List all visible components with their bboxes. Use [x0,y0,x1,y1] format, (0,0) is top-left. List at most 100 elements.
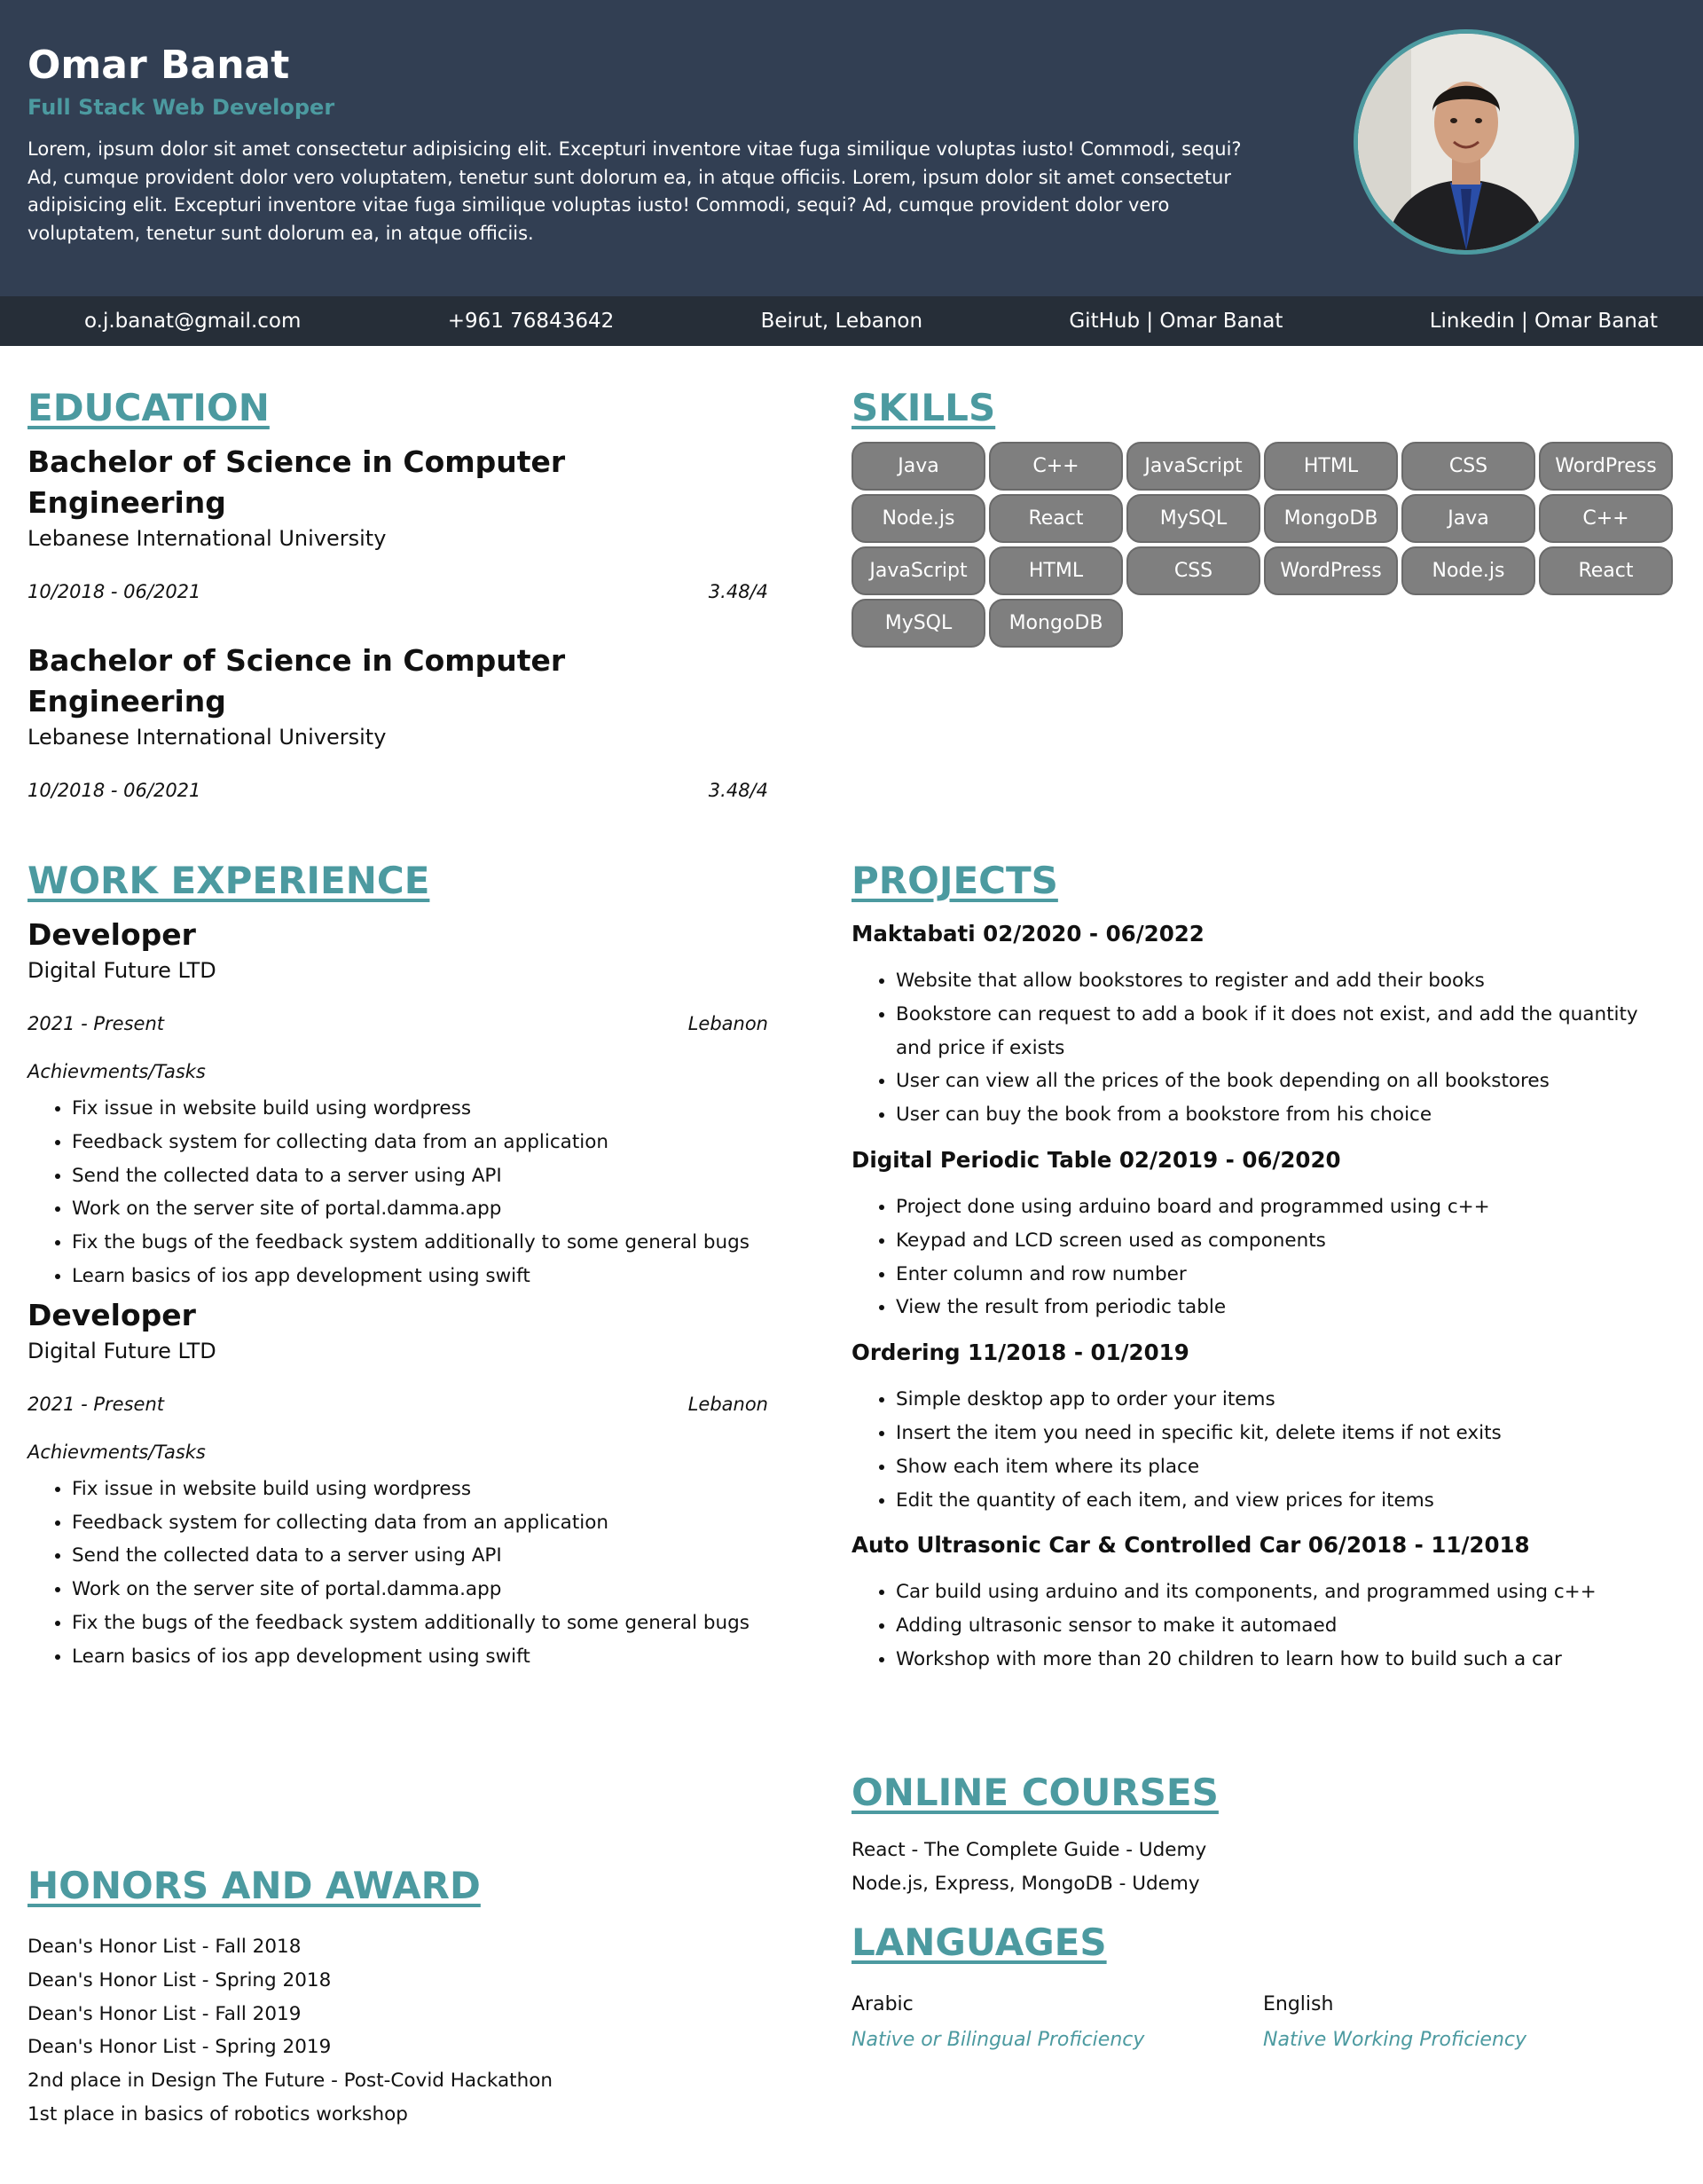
honor-item: Dean's Honor List - Spring 2018 [27,1968,332,1992]
skill-tag: MongoDB [1264,494,1398,543]
list-item: Fix issue in website build using wordpre… [72,1092,768,1126]
language-name: English [1263,1993,1334,2015]
school-name: Lebanese International University [27,725,387,750]
course-item: Node.js, Express, MongoDB - Udemy [852,1872,1200,1895]
project-points: Website that allow bookstores to registe… [852,964,1675,1132]
project-title: Maktabati 02/2020 - 06/2022 [852,921,1205,947]
list-item: Show each item where its place [896,1450,1675,1484]
education-dates: 10/2018 - 06/2021 [27,780,201,801]
project-points: Car build using arduino and its componen… [852,1575,1675,1676]
task-list: Fix issue in website build using wordpre… [27,1473,768,1674]
school-name: Lebanese International University [27,526,387,551]
work-location: Lebanon [687,1013,768,1034]
education-entry: Bachelor of Science in Computer Engineer… [27,640,768,804]
list-item: Work on the server site of portal.damma.… [72,1192,768,1226]
skill-tag: HTML [989,546,1123,595]
work-company: Digital Future LTD [27,958,216,983]
work-company: Digital Future LTD [27,1338,216,1363]
courses-heading: ONLINE COURSES [852,1771,1219,1814]
project-points: Project done using arduino board and pro… [852,1190,1675,1324]
work-section: WORK EXPERIENCE Developer Digital Future… [27,856,768,1674]
tasks-label: Achievments/Tasks [27,1441,206,1463]
list-item: Edit the quantity of each item, and view… [896,1484,1675,1518]
list-item: Learn basics of ios app development usin… [72,1640,768,1674]
honor-item: 1st place in basics of robotics workshop [27,2102,408,2125]
skill-tag: HTML [1264,442,1398,491]
list-item: Enter column and row number [896,1258,1675,1292]
honors-heading: HONORS AND AWARD [27,1864,481,1907]
list-item: Feedback system for collecting data from… [72,1506,768,1540]
work-heading: WORK EXPERIENCE [27,859,430,902]
skills-section: SKILLS Java C++ JavaScript HTML CSS Word… [852,383,1675,648]
language-name: Arabic [852,1993,914,2015]
skill-tag: Java [1401,494,1535,543]
work-dates: 2021 - Present [27,1393,164,1415]
task-list: Fix issue in website build using wordpre… [27,1092,768,1293]
honor-item: Dean's Honor List - Fall 2018 [27,1936,302,1958]
list-item: Project done using arduino board and pro… [896,1190,1675,1224]
honor-item: Dean's Honor List - Fall 2019 [27,2002,302,2025]
projects-section: PROJECTS Maktabati 02/2020 - 06/2022 Web… [852,856,1675,1677]
skill-tag: C++ [989,442,1123,491]
list-item: Bookstore can request to add a book if i… [896,998,1675,1065]
list-item: Car build using arduino and its componen… [896,1575,1675,1609]
linkedin-link[interactable]: Linkedin | Omar Banat [1430,310,1658,333]
profile-summary: Lorem, ipsum dolor sit amet consectetur … [27,138,1242,244]
project-points: Simple desktop app to order your items I… [852,1383,1675,1517]
profile-photo [1354,29,1579,255]
language-item: Arabic Native or Bilingual Proficiency [852,1987,1263,2058]
skill-tag: MySQL [852,599,985,648]
work-position: Developer [27,917,196,952]
honors-section: HONORS AND AWARD Dean's Honor List - Fal… [27,1861,768,2132]
languages-grid: Arabic Native or Bilingual Proficiency E… [852,1987,1675,2058]
work-entry: Developer Digital Future LTD 2021 - Pres… [27,915,768,1293]
language-level: Native or Bilingual Proficiency [852,2029,1145,2051]
education-meta: 10/2018 - 06/2021 3.48/4 [27,578,768,605]
skills-grid: Java C++ JavaScript HTML CSS WordPress N… [852,442,1675,648]
education-dates: 10/2018 - 06/2021 [27,581,201,602]
education-entry: Bachelor of Science in Computer Engineer… [27,442,768,605]
work-dates: 2021 - Present [27,1013,164,1034]
skill-tag: React [1539,546,1673,595]
contact-bar: o.j.banat@gmail.com +961 76843642 Beirut… [0,296,1703,346]
degree-title: Bachelor of Science in Computer Engineer… [27,444,566,520]
education-section: EDUCATION Bachelor of Science in Compute… [27,383,768,804]
skill-tag: CSS [1126,546,1260,595]
list-item: User can view all the prices of the book… [896,1065,1675,1098]
languages-heading: LANGUAGES [852,1921,1107,1964]
education-gpa: 3.48/4 [708,780,768,801]
resume-header: Omar Banat Full Stack Web Developer Lore… [0,0,1703,296]
list-item: Feedback system for collecting data from… [72,1126,768,1159]
skill-tag: JavaScript [852,546,985,595]
education-gpa: 3.48/4 [708,581,768,602]
work-meta: 2021 - Present Lebanon [27,1391,768,1418]
skill-tag: WordPress [1264,546,1398,595]
email-link[interactable]: o.j.banat@gmail.com [84,310,301,333]
work-position: Developer [27,1297,196,1332]
courses-section: ONLINE COURSES React - The Complete Guid… [852,1768,1675,1901]
language-item: English Native Working Proficiency [1263,1987,1675,2058]
list-item: Website that allow bookstores to registe… [896,964,1675,998]
education-heading: EDUCATION [27,386,270,429]
list-item: Send the collected data to a server usin… [72,1539,768,1573]
list-item: Fix the bugs of the feedback system addi… [72,1607,768,1640]
list-item: Learn basics of ios app development usin… [72,1260,768,1293]
list-item: Adding ultrasonic sensor to make it auto… [896,1609,1675,1643]
list-item: Fix issue in website build using wordpre… [72,1473,768,1506]
list-item: Insert the item you need in specific kit… [896,1417,1675,1450]
skill-tag: JavaScript [1126,442,1260,491]
list-item: Fix the bugs of the feedback system addi… [72,1226,768,1260]
phone-number[interactable]: +961 76843642 [448,310,615,333]
skill-tag: Node.js [1401,546,1535,595]
github-link[interactable]: GitHub | Omar Banat [1069,310,1283,333]
project-title: Digital Periodic Table 02/2019 - 06/2020 [852,1146,1341,1173]
tasks-label: Achievments/Tasks [27,1061,206,1082]
honor-item: 2nd place in Design The Future - Post-Co… [27,2070,553,2093]
list-item: Workshop with more than 20 children to l… [896,1643,1675,1677]
list-item: Send the collected data to a server usin… [72,1159,768,1193]
course-item: React - The Complete Guide - Udemy [852,1839,1207,1861]
languages-section: LANGUAGES Arabic Native or Bilingual Pro… [852,1918,1675,2058]
education-meta: 10/2018 - 06/2021 3.48/4 [27,777,768,804]
skills-heading: SKILLS [852,386,996,429]
project-title: Ordering 11/2018 - 01/2019 [852,1339,1189,1366]
